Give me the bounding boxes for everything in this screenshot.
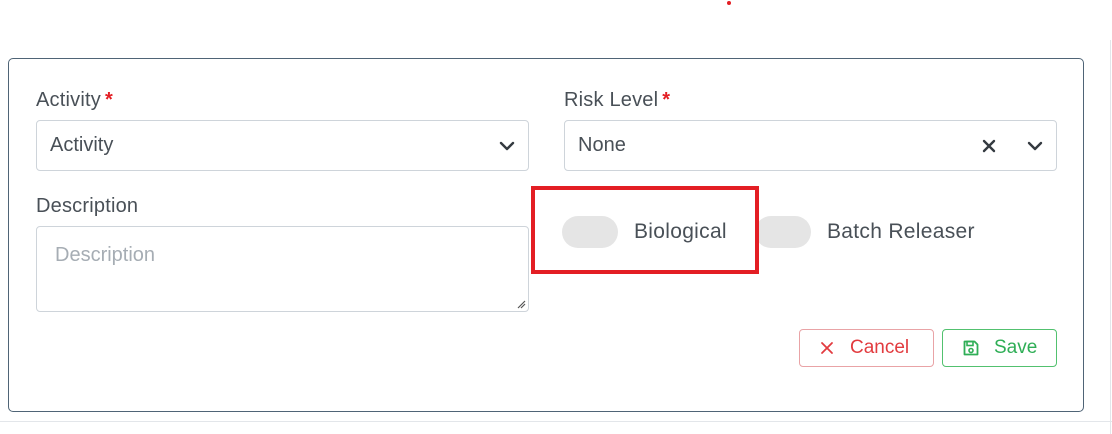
resize-handle-icon[interactable] [516, 299, 526, 309]
required-mark: * [104, 89, 113, 111]
save-button-label: Save [994, 337, 1038, 358]
description-label: Description [36, 195, 139, 217]
close-icon [821, 342, 833, 354]
activity-label-text: Activity [36, 89, 101, 111]
batch-releaser-toggle[interactable] [755, 216, 811, 248]
chevron-down-icon[interactable] [1027, 139, 1043, 153]
activity-select-value: Activity [50, 134, 114, 156]
description-placeholder: Description [55, 244, 156, 266]
risk-level-select-value: None [578, 134, 626, 156]
highlight-box [531, 186, 759, 274]
activity-select[interactable]: Activity [36, 120, 529, 171]
risk-level-select[interactable]: None [564, 120, 1057, 171]
save-button[interactable]: Save [942, 329, 1057, 367]
batch-releaser-toggle-label: Batch Releaser [827, 220, 975, 243]
scrollbar-track [1110, 40, 1111, 434]
description-textarea[interactable]: Description [36, 226, 529, 312]
required-mark: * [662, 89, 671, 111]
activity-label: Activity * [36, 89, 113, 112]
decorative-dot [727, 1, 731, 5]
cancel-button[interactable]: Cancel [799, 329, 934, 367]
chevron-down-icon[interactable] [499, 139, 515, 153]
close-icon[interactable] [981, 138, 997, 154]
cancel-button-label: Cancel [850, 337, 910, 358]
save-icon [963, 340, 979, 356]
risk-level-label: Risk Level * [564, 89, 670, 112]
risk-level-label-text: Risk Level [564, 89, 659, 111]
divider [0, 421, 1112, 422]
